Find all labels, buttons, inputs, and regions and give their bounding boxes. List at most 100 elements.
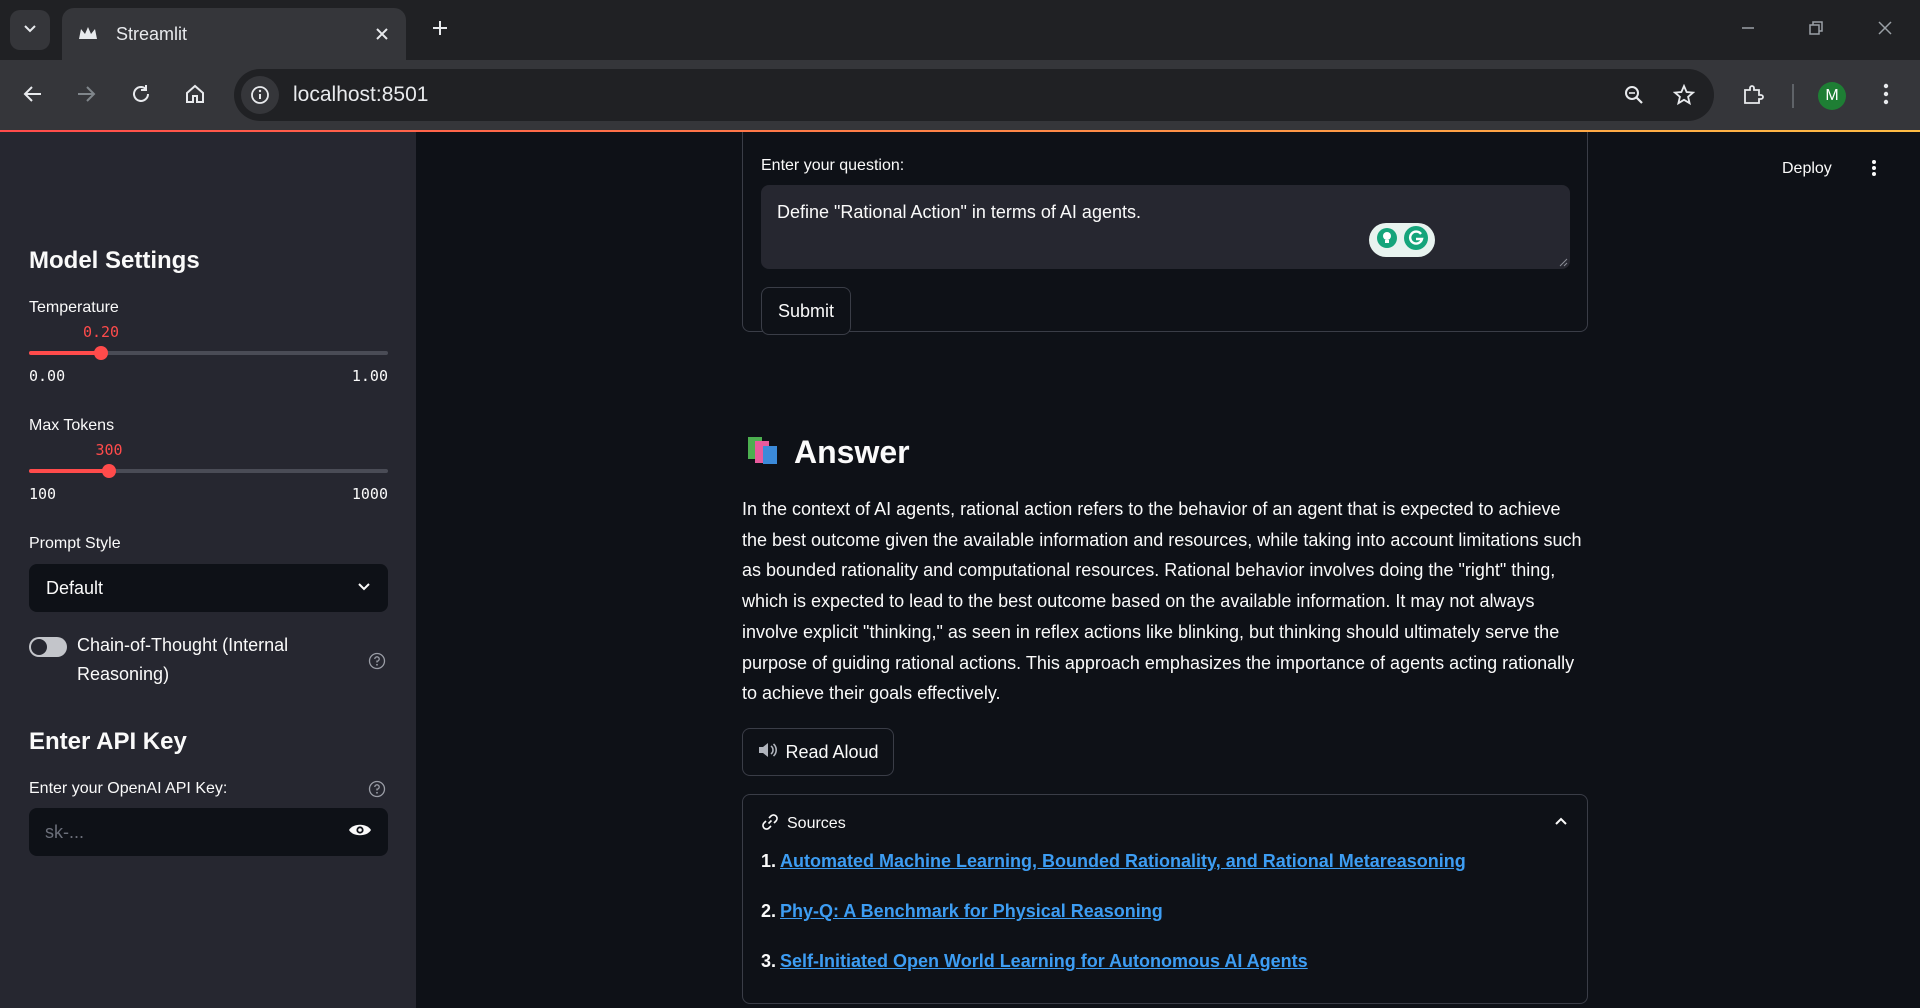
source-link[interactable]: Phy-Q: A Benchmark for Physical Reasonin… — [780, 901, 1163, 922]
source-link[interactable]: Self-Initiated Open World Learning for A… — [780, 951, 1308, 972]
bulb-icon — [1376, 227, 1398, 254]
resize-handle-icon[interactable] — [1558, 257, 1568, 267]
browser-tab[interactable]: Streamlit — [62, 8, 406, 60]
submit-button[interactable]: Submit — [761, 287, 851, 335]
close-icon[interactable] — [370, 22, 394, 46]
back-arrow-icon — [22, 83, 44, 110]
chevron-up-icon[interactable] — [1553, 814, 1569, 835]
profile-avatar[interactable]: M — [1818, 82, 1846, 110]
api-key-input[interactable] — [45, 821, 348, 843]
toggle-knob — [31, 639, 47, 655]
restore-icon — [1808, 20, 1824, 41]
zoom-icon[interactable] — [1614, 75, 1654, 115]
chain-of-thought-row: Chain-of-Thought (Internal Reasoning) — [29, 631, 388, 691]
grammarly-icon — [1403, 225, 1429, 256]
source-item: 2. Phy-Q: A Benchmark for Physical Reaso… — [761, 901, 1569, 951]
source-number: 1. — [761, 851, 777, 871]
prompt-style-value: Default — [46, 577, 104, 598]
slider-value: 300 — [95, 441, 123, 459]
extensions-button[interactable] — [1733, 76, 1773, 116]
question-label: Enter your question: — [761, 157, 905, 174]
browser-tabstrip: Streamlit — [0, 0, 1920, 60]
help-icon[interactable] — [368, 652, 386, 670]
link-icon — [761, 813, 779, 836]
source-number: 3. — [761, 951, 777, 971]
read-aloud-button[interactable]: Read Aloud — [742, 728, 894, 776]
slider-fill — [29, 469, 109, 473]
api-key-label: Enter your OpenAI API Key: — [29, 780, 228, 797]
close-window-button[interactable] — [1865, 12, 1905, 48]
close-icon — [1877, 20, 1893, 41]
slider-thumb[interactable] — [102, 464, 116, 478]
eye-icon[interactable] — [348, 822, 372, 843]
sources-expander: Sources 1. Automated Machine Learning, B… — [742, 794, 1588, 1004]
max-tokens-slider[interactable]: 300 100 1000 — [29, 441, 388, 503]
api-key-field[interactable] — [29, 808, 388, 856]
api-key-heading: Enter API Key — [29, 728, 187, 755]
source-number: 2. — [761, 901, 777, 921]
tab-search-button[interactable] — [10, 10, 50, 50]
sources-header[interactable]: Sources — [761, 811, 1569, 837]
home-icon — [184, 83, 206, 110]
answer-heading: Answer — [746, 432, 910, 472]
slider-thumb[interactable] — [94, 346, 108, 360]
back-button[interactable] — [13, 76, 53, 116]
chain-of-thought-label[interactable]: Chain-of-Thought (Internal Reasoning) — [77, 631, 327, 689]
address-bar[interactable]: localhost:8501 — [234, 69, 1714, 121]
prompt-style-label: Prompt Style — [29, 535, 121, 552]
tab-title: Streamlit — [116, 23, 188, 44]
answer-title: Answer — [794, 433, 910, 470]
home-button[interactable] — [175, 76, 215, 116]
reload-button[interactable] — [121, 76, 161, 116]
sidebar: Model Settings Temperature 0.20 0.00 1.0… — [0, 132, 416, 1008]
slider-min: 0.00 — [29, 367, 66, 385]
source-link[interactable]: Automated Machine Learning, Bounded Rati… — [780, 851, 1466, 872]
toolbar-divider — [1792, 84, 1794, 108]
question-input[interactable] — [761, 185, 1570, 269]
books-icon — [746, 434, 782, 471]
chevron-down-icon — [356, 578, 372, 599]
deploy-button[interactable]: Deploy — [1782, 160, 1832, 178]
kebab-menu-icon — [1883, 83, 1889, 110]
read-aloud-label: Read Aloud — [785, 741, 879, 762]
prompt-style-select[interactable]: Default — [29, 564, 388, 612]
browser-menu-button[interactable] — [1866, 76, 1906, 116]
minimize-icon — [1740, 20, 1756, 41]
main-content: Deploy Enter your question: Submit Answe… — [416, 132, 1920, 1008]
help-icon[interactable] — [368, 780, 386, 798]
reload-icon — [130, 83, 152, 110]
info-icon[interactable] — [241, 76, 279, 114]
browser-toolbar: localhost:8501 M — [0, 60, 1920, 132]
max-tokens-label: Max Tokens — [29, 417, 115, 434]
slider-value: 0.20 — [82, 323, 120, 341]
question-form: Enter your question: Submit — [742, 132, 1588, 335]
extensions-icon — [1741, 82, 1765, 111]
restore-button[interactable] — [1796, 12, 1836, 48]
chevron-down-icon — [22, 20, 38, 41]
model-settings-heading: Model Settings — [29, 247, 200, 274]
slider-max: 1000 — [351, 485, 388, 503]
kebab-menu-icon — [1871, 159, 1877, 182]
sources-list: 1. Automated Machine Learning, Bounded R… — [761, 851, 1569, 1001]
grammarly-widget[interactable] — [1369, 223, 1435, 257]
source-item: 1. Automated Machine Learning, Bounded R… — [761, 851, 1569, 901]
sources-title: Sources — [787, 815, 846, 832]
star-icon[interactable] — [1664, 75, 1704, 115]
plus-icon — [431, 19, 449, 42]
answer-text: In the context of AI agents, rational ac… — [742, 499, 1582, 704]
slider-fill — [29, 351, 101, 355]
app-menu-button[interactable] — [1862, 158, 1886, 182]
url-text[interactable]: localhost:8501 — [293, 83, 1614, 107]
speaker-icon — [757, 741, 778, 764]
chain-of-thought-toggle[interactable] — [29, 637, 67, 657]
forward-button[interactable] — [66, 76, 106, 116]
source-item: 3. Self-Initiated Open World Learning fo… — [761, 951, 1569, 1001]
temperature-label: Temperature — [29, 299, 119, 316]
temperature-slider[interactable]: 0.20 0.00 1.00 — [29, 323, 388, 385]
minimize-button[interactable] — [1728, 12, 1768, 48]
slider-min: 100 — [29, 485, 57, 503]
new-tab-button[interactable] — [424, 14, 456, 46]
forward-arrow-icon — [75, 83, 97, 110]
streamlit-crown-icon — [76, 22, 100, 46]
slider-max: 1.00 — [351, 367, 388, 385]
